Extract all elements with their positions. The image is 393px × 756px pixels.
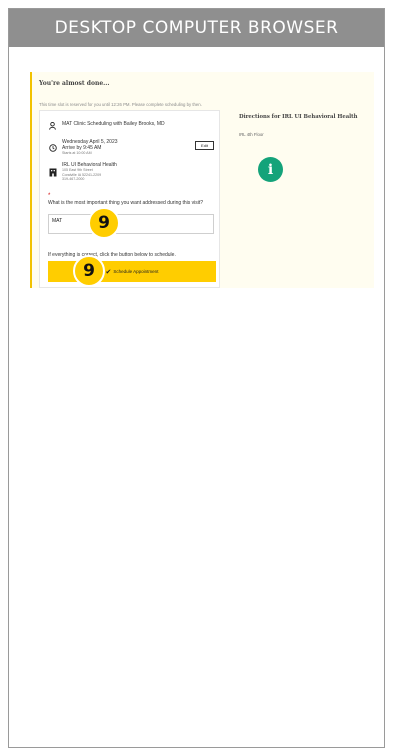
page-title: You're almost done... <box>39 80 110 87</box>
step-marker: 9 <box>88 207 120 239</box>
phone[interactable]: 319-467-2000 <box>62 177 117 182</box>
directions-title: Directions for IRL UI Behavioral Health <box>239 114 358 120</box>
confirm-text: If everything is correct, click the butt… <box>48 252 176 258</box>
appointment-card: MAT Clinic Scheduling with Bailey Brooks… <box>39 110 220 288</box>
visit-type: MAT Clinic Scheduling with Bailey Brooks… <box>62 121 165 127</box>
location-row: IRL UI Behavioral Health 105 East 9th St… <box>48 162 117 182</box>
banner: DESKTOP COMPUTER BROWSER <box>9 9 384 47</box>
step-marker: 9 <box>73 255 105 287</box>
required-marker: * <box>48 193 51 199</box>
checkmark-icon: ✔ <box>105 268 112 276</box>
visit-question: What is the most important thing you wan… <box>48 200 204 206</box>
building-icon <box>48 167 57 177</box>
directions-floor: IRL 4th Floor <box>239 132 264 137</box>
start-time: Starts at 10:00 AM <box>62 151 92 155</box>
time-row: Wednesday April 5, 2023 Arrive by 9:45 A… <box>48 139 118 156</box>
clock-icon <box>48 143 57 153</box>
provider-row: MAT Clinic Scheduling with Bailey Brooks… <box>48 121 165 131</box>
reservation-notice: This time slot is reserved for you until… <box>39 102 202 107</box>
accent-bar <box>30 72 32 288</box>
visit-answer-field[interactable]: MAT <box>48 214 214 234</box>
person-icon <box>48 121 57 131</box>
schedule-label: Schedule Appointment <box>113 269 159 274</box>
edit-button[interactable]: Edit <box>195 141 214 150</box>
info-icon[interactable]: i <box>258 157 283 182</box>
